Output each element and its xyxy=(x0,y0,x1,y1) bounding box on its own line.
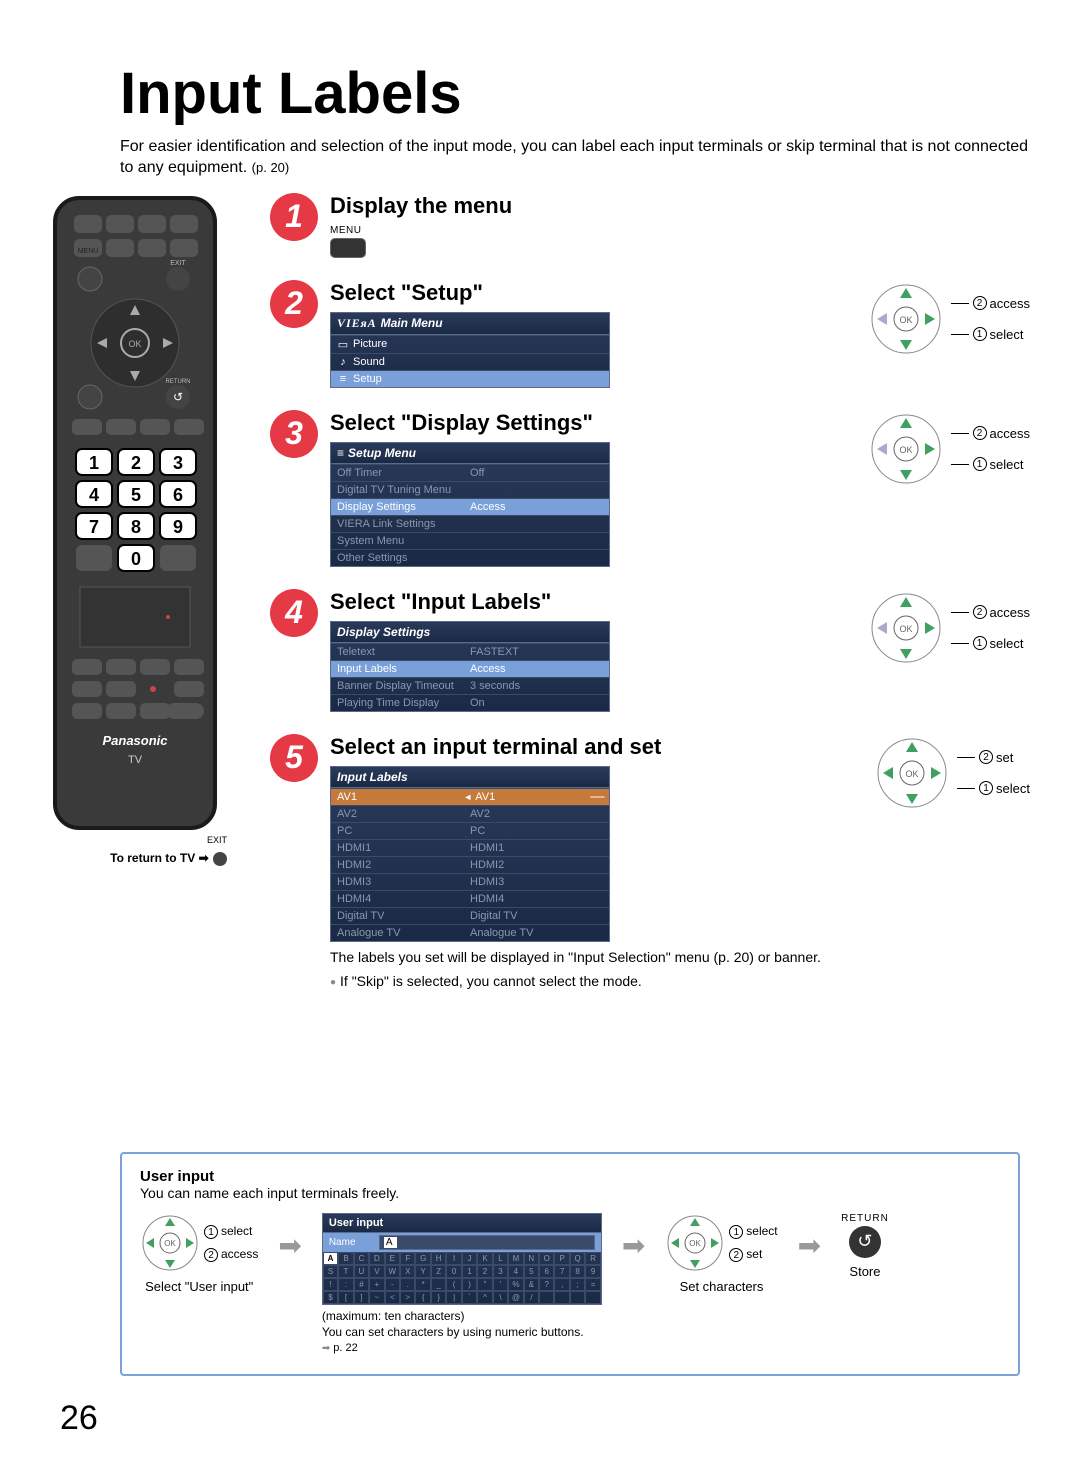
page-number: 26 xyxy=(60,1399,98,1438)
page-title: Input Labels xyxy=(120,60,1030,127)
menu-row[interactable]: TeletextFASTEXT xyxy=(331,643,609,660)
svg-text:OK: OK xyxy=(899,445,912,455)
osd-main-menu: VIEᴙA Main Menu ▭Picture♪Sound≡Setup xyxy=(330,312,610,388)
set-characters-label: Set characters xyxy=(680,1279,764,1294)
menu-row[interactable]: Playing Time DisplayOn xyxy=(331,694,609,711)
menu-row[interactable]: Digital TV Tuning Menu xyxy=(331,481,609,498)
step-1: 1 Display the menu MENU xyxy=(270,193,1030,258)
svg-text:0: 0 xyxy=(131,549,141,569)
store-label: Store xyxy=(849,1264,880,1279)
label-set: set xyxy=(996,750,1013,765)
svg-text:OK: OK xyxy=(899,315,912,325)
char-input-osd: User input Name A ABCDEFGHIJKLMNOPQRSTUV… xyxy=(322,1213,602,1305)
menu-item[interactable]: ▭Picture xyxy=(331,335,609,353)
osd-setup-menu: ≡ Setup Menu Off TimerOffDigital TV Tuni… xyxy=(330,442,610,567)
menu-button[interactable] xyxy=(330,238,366,258)
step5-note2: If "Skip" is selected, you cannot select… xyxy=(330,972,1030,990)
menu-row[interactable]: AV1◄AV1-------- xyxy=(331,788,609,805)
svg-text:9: 9 xyxy=(173,517,183,537)
menu-row[interactable]: Analogue TVAnalogue TV xyxy=(331,924,609,941)
menu-row[interactable]: Off TimerOff xyxy=(331,464,609,481)
osd-display-settings: Display Settings TeletextFASTEXTInput La… xyxy=(330,621,610,712)
dpad-icon[interactable]: OK xyxy=(869,591,943,665)
label-access: access xyxy=(990,296,1030,311)
return-button[interactable]: ↺ xyxy=(849,1226,881,1258)
step-number-1: 1 xyxy=(270,193,318,241)
arrow-icon: ➡ xyxy=(622,1229,645,1262)
menu-row[interactable]: HDMI4HDMI4 xyxy=(331,890,609,907)
menu-row[interactable]: PCPC xyxy=(331,822,609,839)
arrow-icon: ➡ xyxy=(798,1229,821,1262)
svg-text:OK: OK xyxy=(899,624,912,634)
dpad-icon[interactable]: OK xyxy=(869,282,943,356)
return-label: RETURN xyxy=(841,1213,889,1224)
step-3: 3 Select "Display Settings" ≡ Setup Menu… xyxy=(270,410,1030,567)
step-2: 2 Select "Setup" VIEᴙA Main Menu ▭Pictur… xyxy=(270,280,1030,388)
svg-text:2: 2 xyxy=(131,453,141,473)
exit-label: EXIT xyxy=(50,835,227,845)
step5-note1: The labels you set will be displayed in … xyxy=(330,948,1030,966)
svg-text:OK: OK xyxy=(128,339,141,349)
menu-button-label: MENU xyxy=(330,225,361,236)
step1-title: Display the menu xyxy=(330,193,1030,219)
menu-row[interactable]: Digital TVDigital TV xyxy=(331,907,609,924)
svg-text:3: 3 xyxy=(173,453,183,473)
label-select: select xyxy=(990,327,1024,342)
menu-row[interactable]: Banner Display Timeout3 seconds xyxy=(331,677,609,694)
user-input-sub: You can name each input terminals freely… xyxy=(140,1185,1000,1201)
steps-column: 1 Display the menu MENU 2 Select "Setup"… xyxy=(270,193,1030,1012)
menu-row[interactable]: Other Settings xyxy=(331,549,609,566)
menu-row[interactable]: Display SettingsAccess xyxy=(331,498,609,515)
osd-input-labels: Input Labels AV1◄AV1--------AV2AV2PCPCHD… xyxy=(330,766,610,942)
remote-illustration: MENU EXIT OK ↺ RETURN 1 xyxy=(50,193,230,867)
svg-text:OK: OK xyxy=(906,769,919,779)
svg-text:1: 1 xyxy=(89,453,99,473)
svg-text:6: 6 xyxy=(173,485,183,505)
svg-text:7: 7 xyxy=(89,517,99,537)
menu-item[interactable]: ≡Setup xyxy=(331,370,609,387)
page-subtitle: For easier identification and selection … xyxy=(120,137,1030,179)
svg-text:OK: OK xyxy=(690,1239,702,1248)
menu-row[interactable]: Input LabelsAccess xyxy=(331,660,609,677)
svg-text:8: 8 xyxy=(131,517,141,537)
menu-row[interactable]: HDMI2HDMI2 xyxy=(331,856,609,873)
menu-row[interactable]: AV2AV2 xyxy=(331,805,609,822)
svg-text:Panasonic: Panasonic xyxy=(102,733,168,748)
menu-row[interactable]: HDMI3HDMI3 xyxy=(331,873,609,890)
svg-text:MENU: MENU xyxy=(78,248,99,255)
select-user-input-label: Select "User input" xyxy=(145,1279,253,1294)
menu-row[interactable]: System Menu xyxy=(331,532,609,549)
svg-text:RETURN: RETURN xyxy=(166,379,191,385)
step-4: 4 Select "Input Labels" Display Settings… xyxy=(270,589,1030,712)
menu-item[interactable]: ♪Sound xyxy=(331,353,609,370)
dpad-icon[interactable]: OK xyxy=(869,412,943,486)
step-number-2: 2 xyxy=(270,280,318,328)
svg-text:TV: TV xyxy=(128,754,143,766)
svg-text:5: 5 xyxy=(131,485,141,505)
return-to-tv-label: To return to TV ➡ xyxy=(50,851,228,867)
user-input-box: User input You can name each input termi… xyxy=(120,1152,1020,1376)
dpad-icon[interactable]: OK xyxy=(665,1213,725,1273)
menu-row[interactable]: VIERA Link Settings xyxy=(331,515,609,532)
step-number-3: 3 xyxy=(270,410,318,458)
menu-row[interactable]: HDMI1HDMI1 xyxy=(331,839,609,856)
svg-text:OK: OK xyxy=(164,1239,176,1248)
dpad-icon[interactable]: OK xyxy=(140,1213,200,1273)
step-5: 5 Select an input terminal and set Input… xyxy=(270,734,1030,990)
user-input-title: User input xyxy=(140,1168,1000,1185)
svg-text:4: 4 xyxy=(89,485,99,505)
svg-text:EXIT: EXIT xyxy=(170,260,186,267)
arrow-icon: ➡ xyxy=(278,1229,301,1262)
dpad-icon[interactable]: OK xyxy=(875,736,949,810)
step-number-5: 5 xyxy=(270,734,318,782)
step-number-4: 4 xyxy=(270,589,318,637)
svg-text:↺: ↺ xyxy=(173,390,183,404)
